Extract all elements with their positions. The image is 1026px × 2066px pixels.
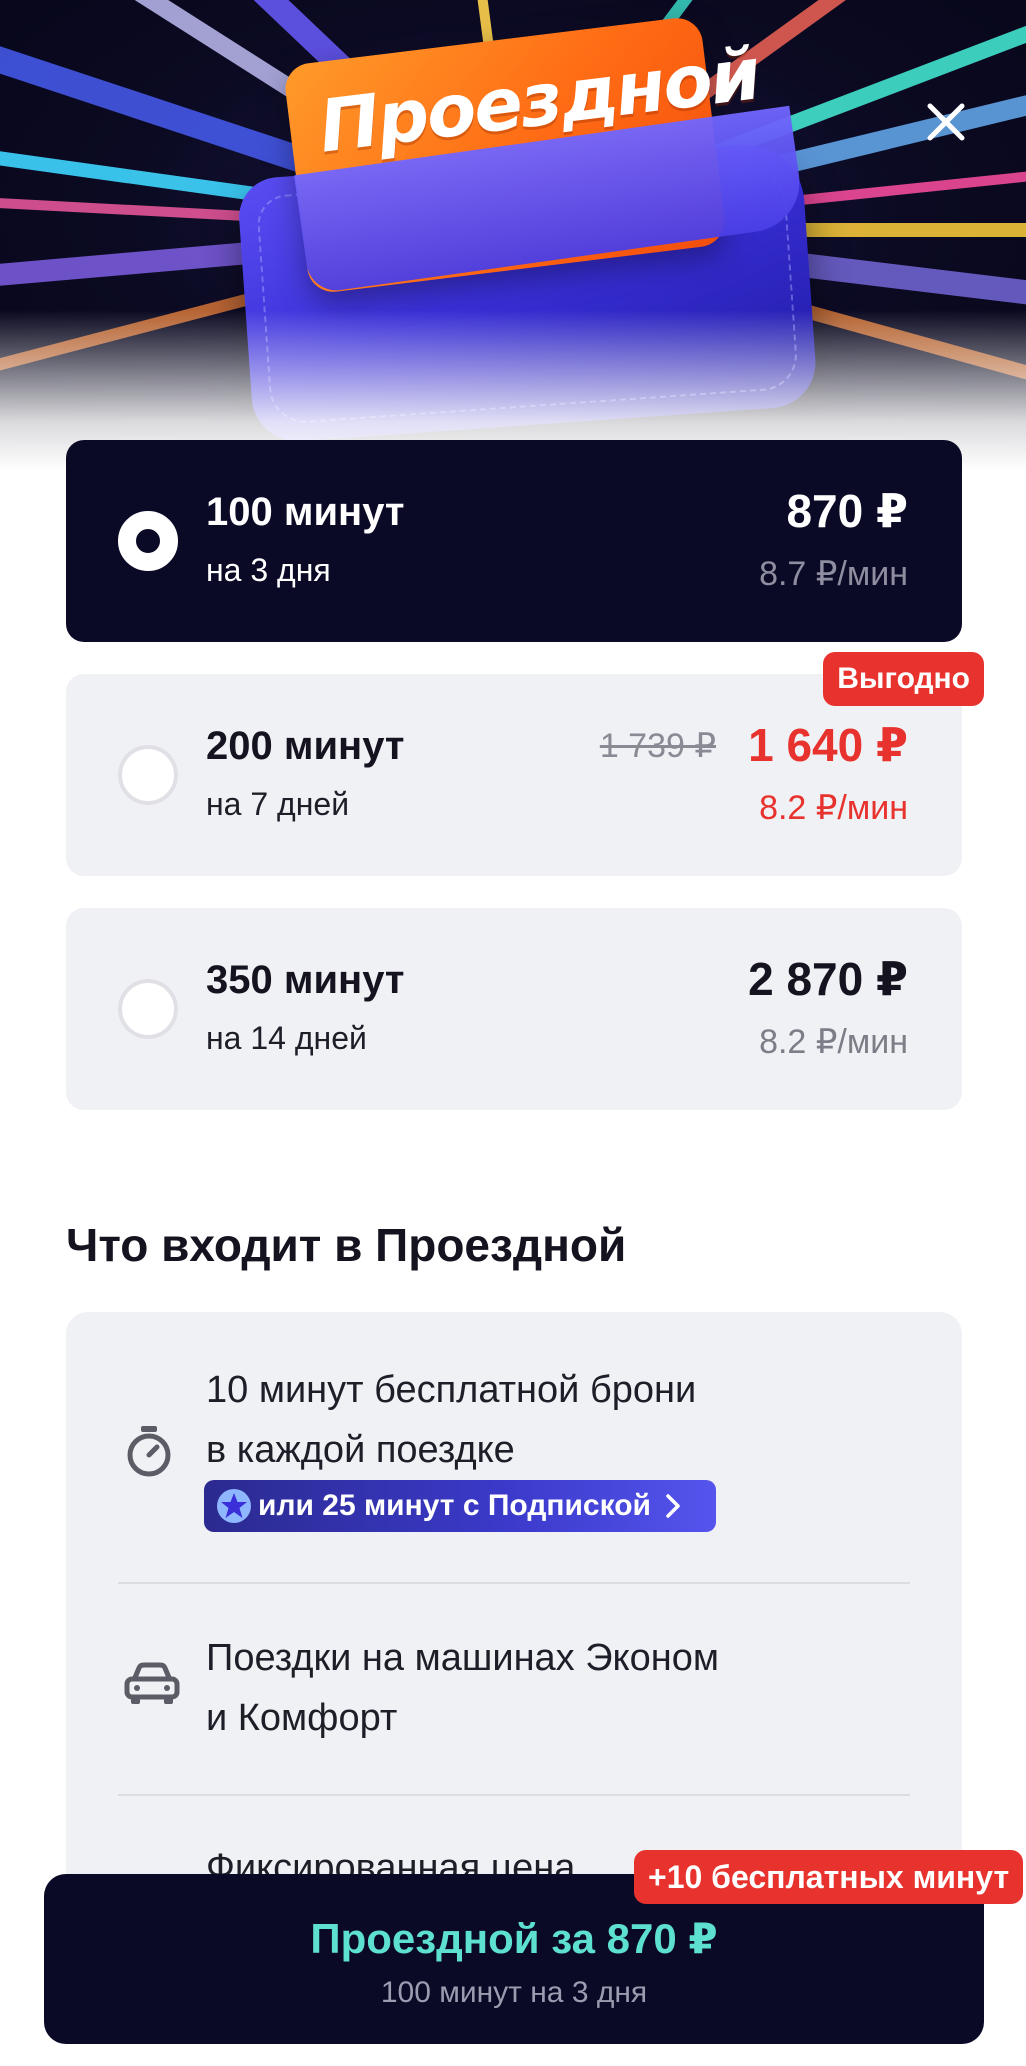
tariff-period: на 14 дней — [206, 1020, 367, 1056]
tariff-minutes: 350 минут — [206, 958, 405, 1002]
tariff-rate: 8.2 ₽/мин — [759, 789, 908, 827]
tariff-minutes: 100 минут — [206, 490, 405, 534]
buy-pass-button-subtitle: 100 минут на 3 дня — [380, 1976, 648, 2009]
divider — [118, 1582, 910, 1584]
tariff-price: 2 870 ₽ — [748, 953, 908, 1005]
feature-text: Поездки на машинах Эконом — [206, 1637, 719, 1679]
tariff-price: 870 ₽ — [786, 485, 908, 537]
car-icon — [124, 1662, 180, 1704]
close-icon — [927, 103, 965, 141]
section-title: Что входит в Проездной — [66, 1219, 627, 1271]
best-value-badge: Выгодно — [823, 652, 984, 706]
tariff-price: 1 640 ₽ — [748, 719, 908, 771]
bonus-badge: +10 бесплатных минут — [634, 1850, 1024, 1904]
tariff-option-350[interactable]: 350 минут на 14 дней 2 870 ₽ 8.2 ₽/мин — [66, 908, 962, 1110]
tariff-rate: 8.2 ₽/мин — [759, 1023, 908, 1061]
hero-banner: Проездной — [0, 0, 1026, 470]
feature-text: и Комфорт — [206, 1697, 398, 1739]
chevron-right-icon — [666, 1494, 680, 1518]
star-icon — [217, 1489, 251, 1523]
tariff-option-200[interactable]: Выгодно 200 минут на 7 дней 1 739 ₽ 1 64… — [66, 652, 984, 876]
tariff-old-price: 1 739 ₽ — [599, 727, 716, 765]
radio-button-selected[interactable] — [118, 511, 178, 571]
divider — [118, 1794, 910, 1796]
buy-pass-button-label: Проездной за 870 ₽ — [310, 1915, 718, 1962]
tariff-rate: 8.7 ₽/мин — [759, 555, 908, 593]
radio-button[interactable] — [118, 745, 178, 805]
features-list: 10 минут бесплатной брони в каждой поезд… — [66, 1312, 962, 1912]
tariff-period: на 3 дня — [206, 552, 331, 588]
tariff-option-100[interactable]: 100 минут на 3 дня 870 ₽ 8.7 ₽/мин — [66, 440, 962, 642]
feature-text: в каждой поездке — [206, 1429, 515, 1471]
subscription-chip-label: или 25 минут с Подпиской — [258, 1489, 652, 1522]
radio-button[interactable] — [118, 979, 178, 1039]
close-button[interactable] — [920, 96, 972, 148]
feature-text: 10 минут бесплатной брони — [206, 1369, 697, 1411]
stopwatch-icon — [127, 1426, 171, 1477]
tariff-minutes: 200 минут — [206, 724, 405, 768]
tariff-period: на 7 дней — [206, 786, 350, 822]
subscription-chip[interactable]: или 25 минут с Подпиской — [204, 1480, 716, 1532]
